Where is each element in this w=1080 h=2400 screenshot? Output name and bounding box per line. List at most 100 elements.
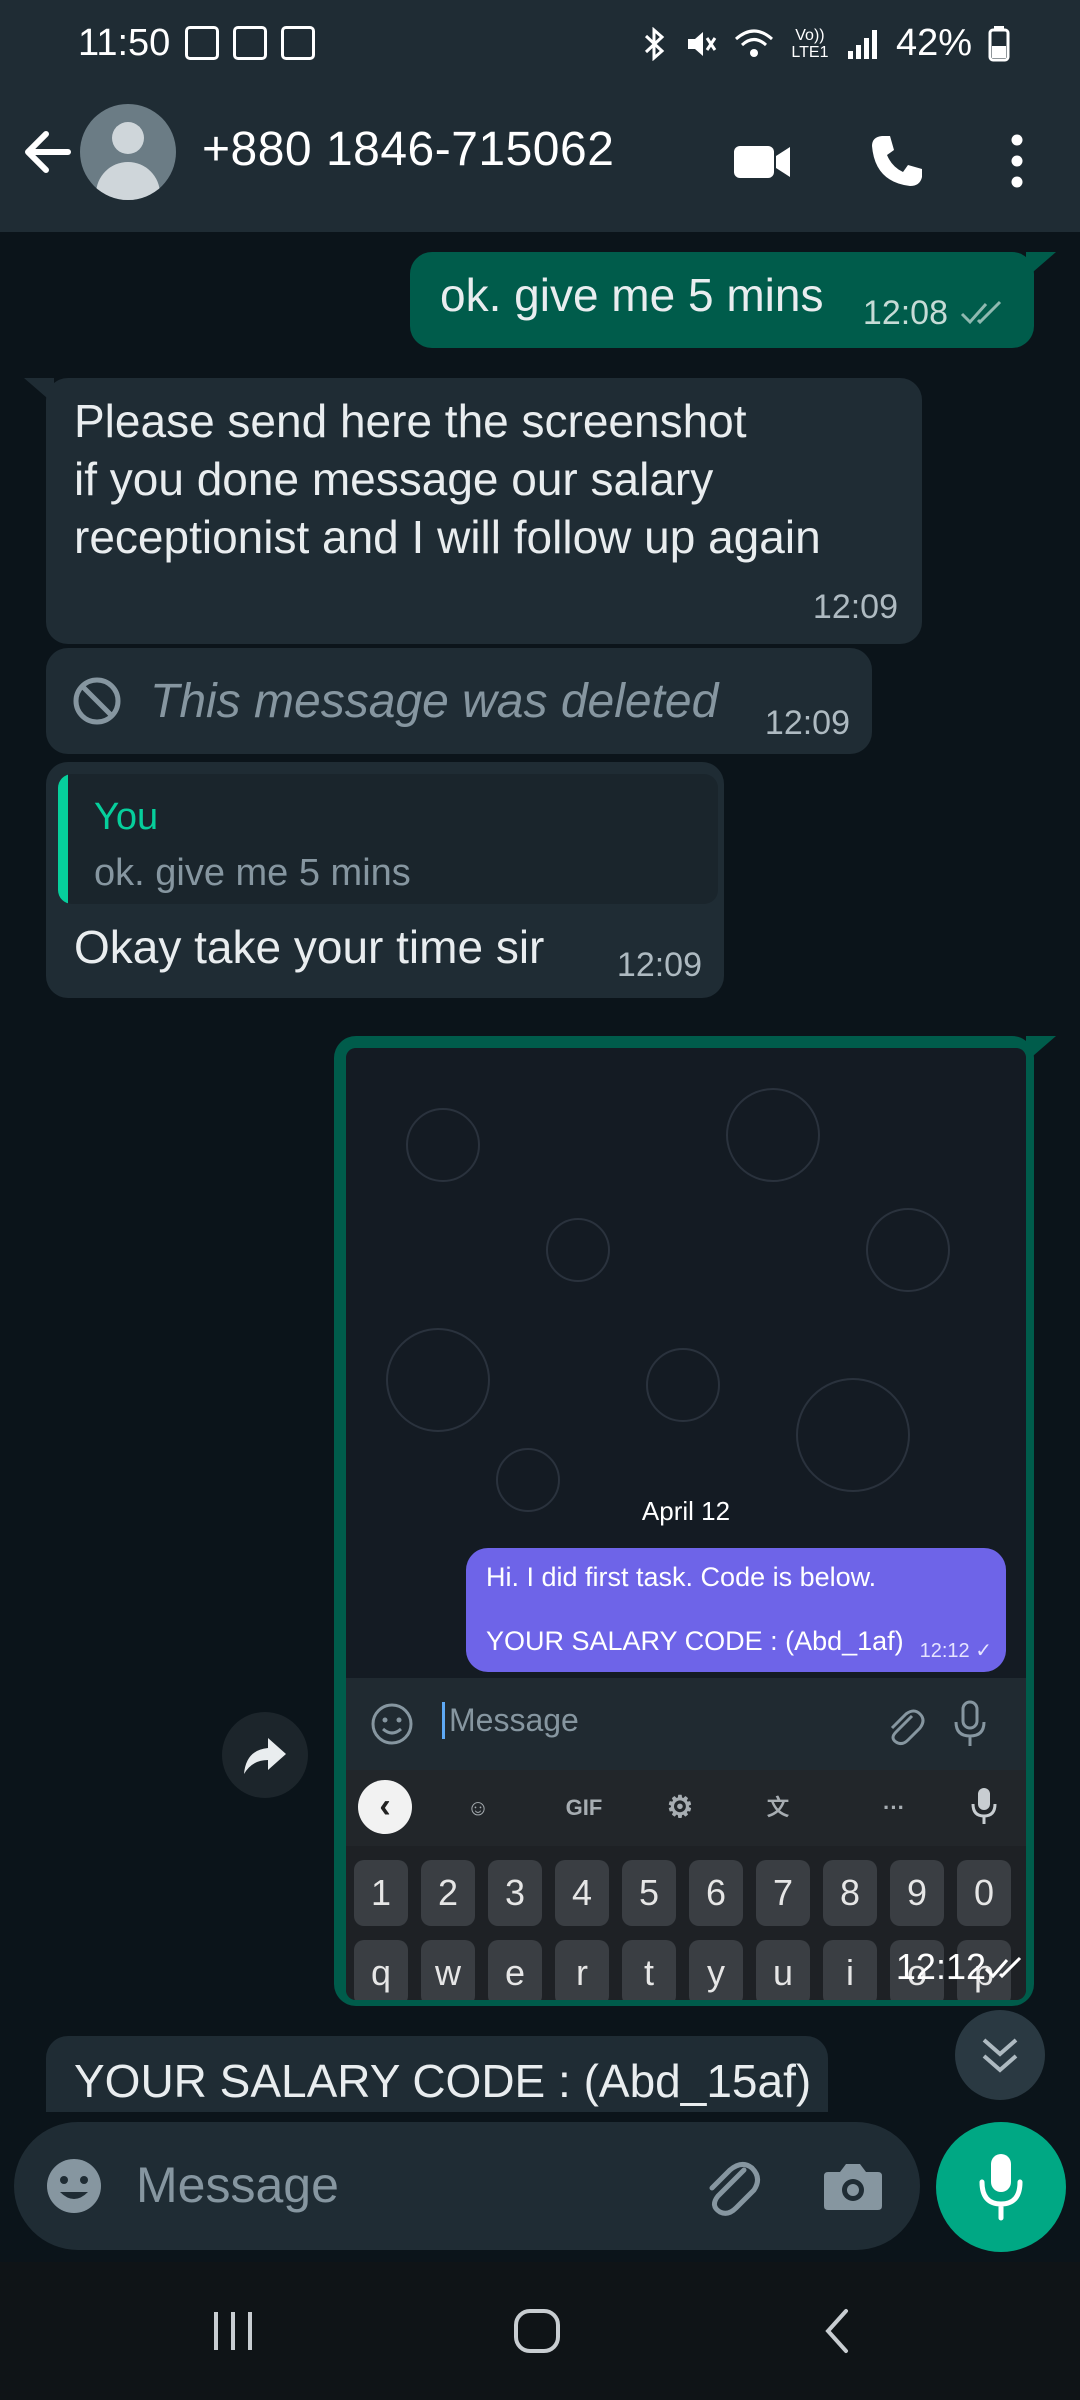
keyboard-toolbar: ‹ ☺ GIF ⚙ 文 ··· (346, 1770, 1026, 1846)
message-bubble-outgoing[interactable]: ok. give me 5 mins 12:08 (410, 252, 1056, 348)
emoji-icon[interactable] (44, 2156, 104, 2216)
screenshot-input-placeholder: Message (442, 1702, 579, 1739)
dots-vertical-icon (1011, 134, 1023, 188)
screenshot-message-time: 12:12 ✓ (919, 1640, 992, 1662)
message-bubble-incoming[interactable]: Please send here the screenshot if you d… (24, 378, 922, 644)
video-call-button[interactable] (728, 126, 798, 196)
mute-icon (687, 31, 717, 56)
deleted-message-text: This message was deleted (150, 675, 719, 728)
message-time: 12:09 (764, 704, 850, 742)
battery-percent: 42% (895, 22, 972, 64)
message-composer[interactable]: Message (14, 2122, 920, 2250)
screenshot-image[interactable]: April 12 Hi. I did first task. Code is b… (346, 1048, 1026, 2000)
screenshot-message-bubble: Hi. I did first task. Code is below. YOU… (466, 1548, 1006, 1672)
message-line: receptionist and I will follow up again (74, 511, 821, 563)
more-options-button[interactable] (984, 126, 1054, 196)
message-time: 12:08 (862, 294, 948, 332)
key: 5 (622, 1860, 676, 1926)
message-time: 12:12 (895, 1946, 986, 1987)
message-text: YOUR SALARY CODE : (Abd_15af) (74, 2055, 812, 2107)
key: q (354, 1940, 408, 2000)
reply-message-bubble[interactable]: You ok. give me 5 mins Okay take your ti… (46, 762, 724, 998)
wifi-icon (734, 29, 773, 57)
volte-label: Vo)) LTE1 (791, 26, 829, 61)
key: 9 (890, 1860, 944, 1926)
chat-area[interactable]: ok. give me 5 mins 12:08 Please send her… (0, 232, 1080, 2112)
prohibited-icon (73, 677, 121, 725)
phone-icon (872, 136, 922, 186)
status-time: 11:50 (78, 22, 171, 64)
key: 4 (555, 1860, 609, 1926)
calendar-notification-icon (233, 26, 267, 60)
key: u (756, 1940, 810, 2000)
back-button[interactable] (18, 122, 78, 182)
screenshot-message-line: YOUR SALARY CODE : (Abd_1af) (486, 1626, 904, 1656)
quoted-message[interactable]: You ok. give me 5 mins (58, 774, 718, 904)
contact-avatar[interactable] (80, 104, 176, 200)
double-chevron-down-icon (982, 2038, 1018, 2073)
double-check-icon (960, 300, 1002, 325)
chat-header: +880 1846-715062 (0, 92, 1080, 232)
scroll-to-bottom-button[interactable] (955, 2010, 1045, 2100)
key: 1 (354, 1860, 408, 1926)
message-time: 12:09 (616, 946, 702, 984)
message-time: 12:09 (812, 588, 898, 626)
quoted-text: ok. give me 5 mins (94, 852, 411, 894)
key: 2 (421, 1860, 475, 1926)
key: i (823, 1940, 877, 2000)
translate-icon: 文 (766, 1795, 789, 1820)
forward-button[interactable] (222, 1712, 308, 1798)
message-text: ok. give me 5 mins (440, 269, 824, 321)
key: w (421, 1940, 475, 2000)
microphone-icon (979, 2154, 1023, 2221)
status-bar: 11:50 Vo)) LTE1 42% (0, 0, 1080, 92)
home-button[interactable] (510, 2306, 566, 2356)
system-navigation-bar (0, 2262, 1080, 2400)
gallery-notification-icon (185, 26, 219, 60)
keyboard-mic-icon (962, 1786, 1006, 1830)
key: 7 (756, 1860, 810, 1926)
chat-wallpaper: April 12 Hi. I did first task. Code is b… (346, 1048, 1026, 1678)
message-text: Okay take your time sir (74, 921, 545, 973)
paperclip-icon[interactable] (700, 2154, 764, 2218)
screenshot-message-line: Hi. I did first task. Code is below. (486, 1562, 877, 1592)
deleted-message-bubble[interactable]: This message was deleted 12:09 (46, 648, 872, 754)
key: 3 (488, 1860, 542, 1926)
key: r (555, 1940, 609, 2000)
share-arrow-icon (244, 1738, 286, 1774)
battery-icon (988, 25, 1010, 61)
camera-icon[interactable] (822, 2158, 884, 2214)
key: 8 (823, 1860, 877, 1926)
contact-title[interactable]: +880 1846-715062 (202, 122, 614, 177)
teams-notification-icon (281, 26, 315, 60)
key: t (622, 1940, 676, 2000)
key: 6 (689, 1860, 743, 1926)
voice-call-button[interactable] (862, 126, 932, 196)
signal-icon (847, 29, 877, 59)
date-chip: April 12 (641, 1496, 731, 1526)
sticker-icon: ☺ (466, 1795, 490, 1820)
quoted-sender: You (94, 796, 159, 838)
gear-icon: ⚙ (666, 1791, 694, 1824)
system-back-button[interactable] (818, 2306, 858, 2356)
voice-message-button[interactable] (936, 2122, 1066, 2252)
key: 0 (957, 1860, 1011, 1926)
image-message-bubble[interactable]: April 12 Hi. I did first task. Code is b… (334, 1036, 1056, 2006)
chevron-left-icon: ‹ (358, 1780, 412, 1834)
video-camera-icon (734, 146, 790, 178)
message-line: Please send here the screenshot (74, 395, 747, 447)
message-bubble-incoming[interactable]: YOUR SALARY CODE : (Abd_15af) (46, 2036, 828, 2112)
gif-icon: GIF (565, 1795, 603, 1820)
screenshot-input-bar: Message (346, 1678, 1026, 1770)
message-line: if you done message our salary (74, 453, 714, 505)
microphone-icon (954, 1700, 986, 1746)
arrow-left-icon (25, 131, 71, 173)
bluetooth-icon (644, 26, 665, 61)
more-icon: ··· (883, 1795, 905, 1820)
key: e (488, 1940, 542, 2000)
double-check-icon (984, 1956, 1022, 1979)
key: y (689, 1940, 743, 2000)
paperclip-icon (890, 1709, 925, 1746)
recent-apps-button[interactable] (208, 2306, 258, 2356)
message-input[interactable]: Message (136, 2156, 339, 2214)
